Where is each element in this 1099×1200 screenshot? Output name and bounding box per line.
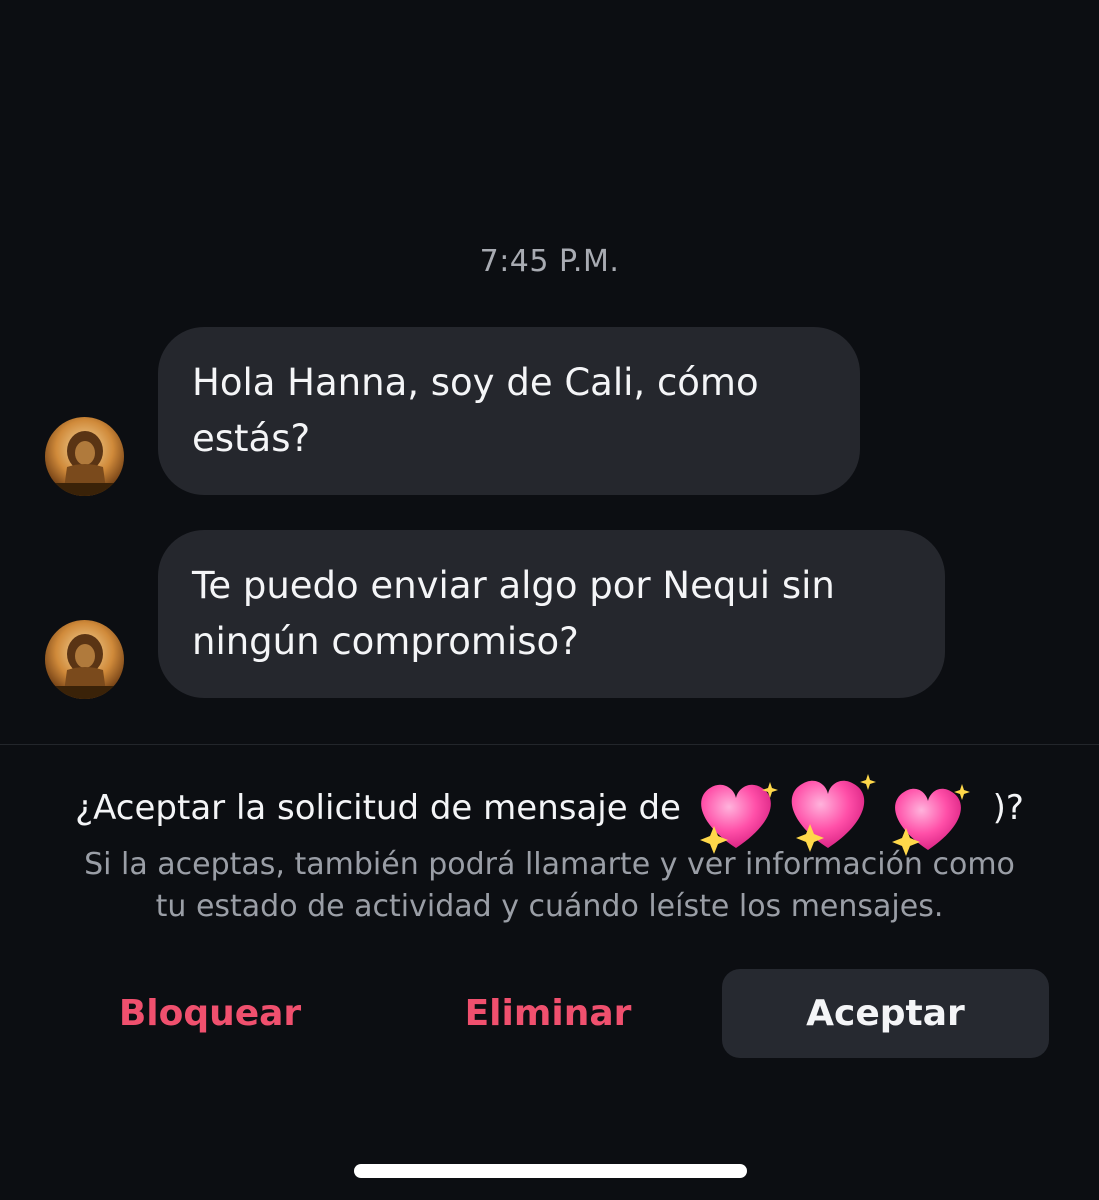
request-title-suffix: )? xyxy=(992,788,1024,828)
message-text-line: estás? xyxy=(192,417,311,460)
delete-button[interactable]: Eliminar xyxy=(398,969,698,1058)
divider xyxy=(0,744,1099,745)
redacted-sender-name xyxy=(692,773,982,856)
lion-avatar-icon xyxy=(45,417,124,496)
sender-avatar[interactable] xyxy=(45,620,124,699)
request-description: Si la aceptas, también podrá llamarte y … xyxy=(0,844,1099,928)
lion-avatar-icon xyxy=(45,620,124,699)
home-indicator[interactable] xyxy=(354,1164,747,1178)
request-description-line: Si la aceptas, también podrá llamarte y … xyxy=(84,847,1015,882)
message-text-line: Hola Hanna, soy de Cali, cómo xyxy=(192,361,759,404)
message-text-line: Te puedo enviar algo por Nequi sin xyxy=(192,564,835,607)
message-timestamp: 7:45 P.M. xyxy=(479,244,620,279)
request-title-prefix: ¿Aceptar la solicitud de mensaje de xyxy=(75,788,681,828)
sender-avatar[interactable] xyxy=(45,417,124,496)
request-title: ¿Aceptar la solicitud de mensaje de)? xyxy=(0,773,1099,856)
block-button[interactable]: Bloquear xyxy=(60,969,360,1058)
message-bubble[interactable]: Hola Hanna, soy de Cali, cómo estás? xyxy=(158,327,860,495)
message-bubble[interactable]: Te puedo enviar algo por Nequi sin ningú… xyxy=(158,530,945,698)
message-text-line: ningún compromiso? xyxy=(192,620,579,663)
accept-button[interactable]: Aceptar xyxy=(722,969,1049,1058)
request-description-line: tu estado de actividad y cuándo leíste l… xyxy=(155,889,944,924)
